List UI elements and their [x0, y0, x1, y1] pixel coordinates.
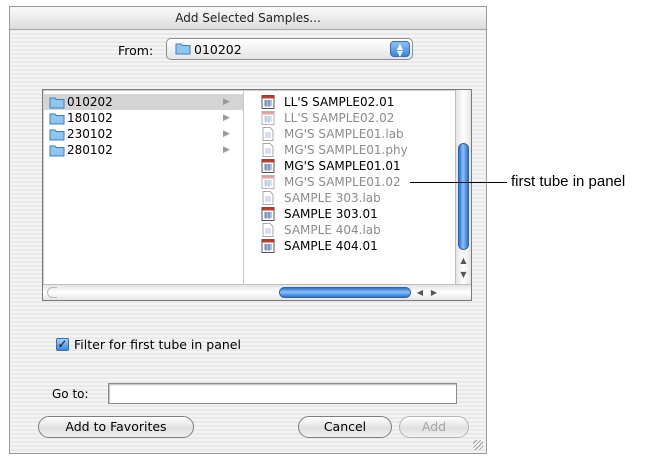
- file-name: MG'S SAMPLE01.01: [284, 159, 401, 173]
- folder-name: 180102: [67, 111, 113, 125]
- file-browser: 010202 ▶ 180102 ▶ 230102 ▶ 280102 ▶ LL'S…: [42, 89, 472, 301]
- file-name: SAMPLE 404.lab: [284, 223, 381, 237]
- folder-icon: [49, 144, 65, 161]
- dialog-title: Add Selected Samples...: [10, 7, 486, 30]
- scroll-track-cap: [47, 287, 57, 298]
- add-to-favorites-button[interactable]: Add to Favorites: [38, 416, 194, 438]
- folder-name: 280102: [67, 143, 113, 157]
- cancel-button[interactable]: Cancel: [298, 416, 392, 438]
- file-name: LL'S SAMPLE02.02: [284, 111, 395, 125]
- callout-line: [410, 182, 507, 183]
- resize-grip-icon[interactable]: [473, 440, 483, 450]
- folder-item[interactable]: 280102 ▶: [43, 142, 243, 158]
- from-popup-value: 010202: [194, 42, 242, 57]
- folder-item[interactable]: 010202 ▶: [43, 94, 243, 110]
- from-label: From:: [118, 43, 154, 58]
- expand-arrow-icon: ▶: [223, 113, 230, 123]
- horizontal-scrollbar[interactable]: ◀ ▶: [43, 284, 471, 300]
- scroll-left-arrow-icon[interactable]: ◀: [413, 285, 427, 300]
- goto-label: Go to:: [52, 387, 89, 401]
- folder-icon: [175, 42, 191, 58]
- folder-name: 230102: [67, 127, 113, 141]
- file-column: LL'S SAMPLE02.01 LL'S SAMPLE02.02 MG'S S…: [244, 90, 454, 284]
- sample-file-icon: [261, 239, 275, 257]
- expand-arrow-icon: ▶: [223, 145, 230, 155]
- vertical-scrollbar[interactable]: ▲ ▼: [455, 90, 471, 284]
- callout-label: first tube in panel: [511, 173, 626, 190]
- file-name: SAMPLE 404.01: [284, 239, 378, 253]
- folder-item[interactable]: 230102 ▶: [43, 126, 243, 142]
- scroll-down-arrow-icon[interactable]: ▼: [456, 268, 471, 282]
- file-name: LL'S SAMPLE02.01: [284, 95, 395, 109]
- filter-checkbox[interactable]: ✓: [56, 338, 69, 351]
- scroll-right-arrow-icon[interactable]: ▶: [427, 285, 441, 300]
- file-name: MG'S SAMPLE01.02: [284, 175, 401, 189]
- from-popup[interactable]: 010202 ▲ ▼: [166, 38, 413, 60]
- expand-arrow-icon: ▶: [223, 129, 230, 139]
- file-name: MG'S SAMPLE01.phy: [284, 143, 408, 157]
- horizontal-scroll-thumb[interactable]: [279, 287, 411, 298]
- add-samples-dialog: Add Selected Samples... From: 010202 ▲ ▼ …: [9, 6, 487, 454]
- file-name: SAMPLE 303.01: [284, 207, 378, 221]
- expand-arrow-icon: ▶: [223, 97, 230, 107]
- file-name: SAMPLE 303.lab: [284, 191, 381, 205]
- popup-arrows-icon: ▲ ▼: [390, 41, 410, 58]
- folder-name: 010202: [67, 95, 113, 109]
- add-button: Add: [399, 416, 469, 438]
- file-name: MG'S SAMPLE01.lab: [284, 127, 404, 141]
- goto-input[interactable]: [108, 383, 457, 404]
- filter-checkbox-label[interactable]: Filter for first tube in panel: [74, 336, 241, 353]
- folder-item[interactable]: 180102 ▶: [43, 110, 243, 126]
- scroll-up-arrow-icon[interactable]: ▲: [456, 254, 471, 268]
- vertical-scroll-thumb[interactable]: [458, 143, 469, 250]
- folder-column: 010202 ▶ 180102 ▶ 230102 ▶ 280102 ▶: [43, 90, 243, 284]
